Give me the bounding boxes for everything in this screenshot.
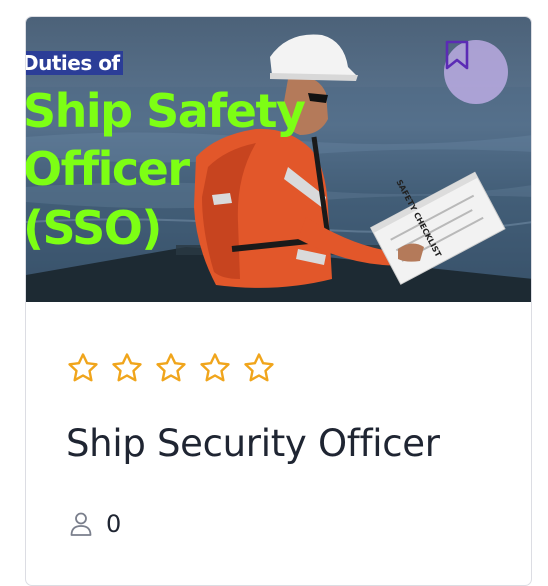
star-outline-icon bbox=[244, 353, 274, 382]
thumbnail-title-line-2: Officer bbox=[26, 142, 190, 196]
bookmark-icon bbox=[445, 40, 469, 70]
star-outline-icon bbox=[68, 353, 98, 382]
bookmark-button[interactable] bbox=[444, 40, 508, 104]
star-outline-icon bbox=[156, 353, 186, 382]
course-thumbnail[interactable]: SAFETY CHECKLIST Duties of Ship Safety O… bbox=[26, 17, 531, 302]
thumbnail-title-line-3: (SSO) bbox=[26, 201, 162, 255]
user-icon bbox=[70, 512, 92, 536]
enrolled-count-value: 0 bbox=[106, 510, 122, 538]
course-card[interactable]: SAFETY CHECKLIST Duties of Ship Safety O… bbox=[25, 16, 532, 586]
course-title[interactable]: Ship Security Officer bbox=[66, 421, 440, 467]
rating-stars bbox=[66, 351, 276, 385]
star-outline-icon bbox=[200, 353, 230, 382]
thumbnail-label: Duties of bbox=[26, 51, 123, 75]
thumbnail-title-line-1: Ship Safety bbox=[26, 84, 306, 138]
star-outline-icon bbox=[112, 353, 142, 382]
enrolled-count: 0 bbox=[69, 509, 121, 539]
